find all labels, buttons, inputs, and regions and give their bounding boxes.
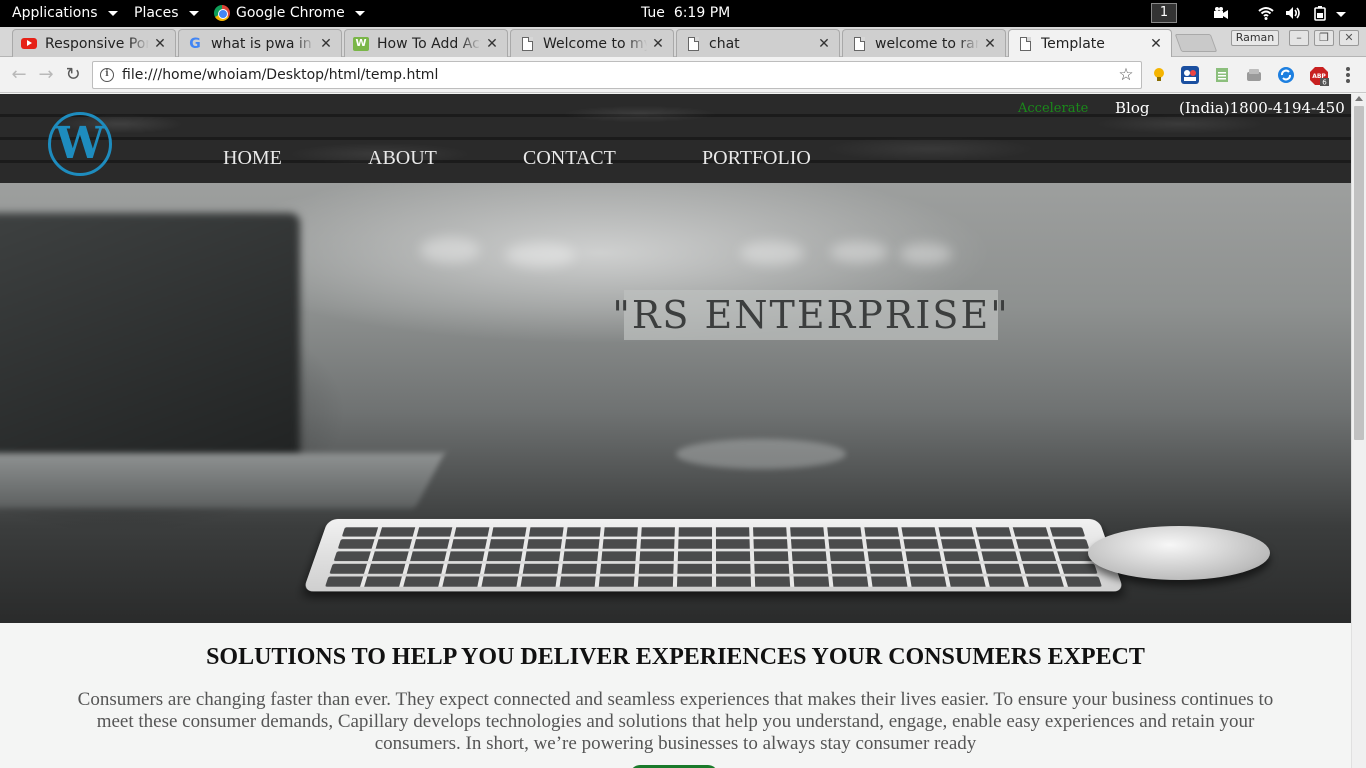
close-icon[interactable]: ✕ <box>153 36 167 52</box>
info-icon[interactable]: i <box>100 68 114 82</box>
chevron-down-icon <box>354 10 365 16</box>
active-app-label: Google Chrome <box>236 5 345 21</box>
document-icon <box>851 36 867 52</box>
bokeh-light <box>740 241 804 265</box>
nav-portfolio[interactable]: PORTFOLIO <box>702 147 811 170</box>
applications-label: Applications <box>12 5 98 21</box>
close-icon[interactable]: ✕ <box>485 36 499 52</box>
laptop-image <box>0 213 300 483</box>
minimize-button[interactable]: – <box>1289 30 1309 46</box>
scrollbar-thumb[interactable] <box>1354 106 1364 440</box>
chevron-down-icon <box>107 10 118 16</box>
hero-banner: "RS ENTERPRISE" <box>0 183 1351 623</box>
places-label: Places <box>134 5 179 21</box>
nav-about[interactable]: ABOUT <box>368 147 437 170</box>
tab-chat[interactable]: chat ✕ <box>676 29 840 57</box>
browser-menu-icon[interactable] <box>1340 65 1356 85</box>
tab-title: Responsive Portfolio <box>45 35 149 52</box>
wordpress-logo-icon[interactable]: W <box>48 112 112 176</box>
solutions-section: SOLUTIONS TO HELP YOU DELIVER EXPERIENCE… <box>0 623 1351 768</box>
coaster-image <box>676 439 846 469</box>
tab-how-to-add-action[interactable]: W How To Add Action ✕ <box>344 29 508 57</box>
tab-title: How To Add Action <box>377 35 481 52</box>
page-viewport: W Accelerate Blog (India)1800-4194-450 H… <box>0 94 1351 768</box>
section-body: Consumers are changing faster than ever.… <box>77 689 1274 754</box>
tab-title: chat <box>709 35 740 52</box>
logo-letter: W <box>55 118 105 169</box>
tab-title: Template <box>1041 35 1105 52</box>
tab-welcome-to-my[interactable]: Welcome to my site ✕ <box>510 29 674 57</box>
brand-title-box: "RS ENTERPRISE" <box>612 290 1008 340</box>
extension-badge: 6 <box>1322 79 1327 87</box>
places-menu[interactable]: Places <box>134 5 199 21</box>
document-icon <box>685 36 701 52</box>
tab-title: welcome to raman <box>875 35 979 52</box>
bookmark-star-icon[interactable]: ☆ <box>1116 65 1136 85</box>
tab-responsive-portfolio[interactable]: Responsive Portfolio ✕ <box>12 29 176 57</box>
close-icon[interactable]: ✕ <box>983 36 997 52</box>
chevron-down-icon <box>188 10 199 16</box>
drive-extension-icon[interactable] <box>1245 66 1263 84</box>
new-tab-button[interactable] <box>1174 34 1218 52</box>
gnome-top-bar: Applications Places Google Chrome Tue 6:… <box>0 0 1366 27</box>
system-menu-chevron-icon[interactable] <box>1333 5 1349 21</box>
address-bar[interactable]: i file:///home/whoiam/Desktop/html/temp.… <box>92 61 1142 89</box>
close-icon[interactable]: ✕ <box>651 36 665 52</box>
mouse-image <box>1088 526 1270 580</box>
sync-extension-icon[interactable] <box>1277 66 1295 84</box>
maximize-button[interactable]: ❐ <box>1314 30 1334 46</box>
bulb-extension-icon[interactable] <box>1150 66 1168 84</box>
document-icon <box>519 36 535 52</box>
laptop-base-image <box>0 453 445 508</box>
bokeh-light <box>420 237 480 263</box>
section-heading: SOLUTIONS TO HELP YOU DELIVER EXPERIENCE… <box>206 644 1145 670</box>
close-icon[interactable]: ✕ <box>1149 36 1163 52</box>
nav-contact[interactable]: CONTACT <box>523 147 616 170</box>
profile-button[interactable]: Raman <box>1231 30 1279 46</box>
clock[interactable]: Tue 6:19 PM <box>641 5 730 21</box>
site-header: W Accelerate Blog (India)1800-4194-450 H… <box>0 94 1351 183</box>
bokeh-light <box>830 241 888 263</box>
forward-button[interactable]: → <box>35 64 57 86</box>
wifi-icon[interactable] <box>1258 5 1274 21</box>
camera-icon[interactable] <box>1213 5 1229 21</box>
youtube-icon <box>21 36 37 52</box>
adblock-extension-icon[interactable]: ABP 6 <box>1309 66 1329 87</box>
blog-link[interactable]: Blog <box>1115 99 1149 117</box>
back-button[interactable]: ← <box>8 64 30 86</box>
w3-icon: W <box>353 36 369 52</box>
app-menu-chrome[interactable]: Google Chrome <box>214 5 365 21</box>
tab-title: Welcome to my site <box>543 35 647 52</box>
keyboard-image <box>302 518 1125 592</box>
bokeh-light <box>900 243 952 265</box>
workspace-indicator[interactable]: 1 <box>1151 3 1177 23</box>
scroll-up-arrow-icon[interactable] <box>1355 96 1363 101</box>
browser-toolbar: ← → ↻ i file:///home/whoiam/Desktop/html… <box>0 57 1366 93</box>
google-icon: G <box>189 35 201 52</box>
close-window-button[interactable]: ✕ <box>1339 30 1359 46</box>
reload-button[interactable]: ↻ <box>62 64 84 86</box>
volume-icon[interactable] <box>1285 5 1301 21</box>
url-text[interactable]: file:///home/whoiam/Desktop/html/temp.ht… <box>122 67 1116 83</box>
bokeh-light <box>505 243 575 267</box>
tab-title: what is pwa in android <box>211 35 315 52</box>
nav-home[interactable]: HOME <box>223 147 282 170</box>
tab-strip: Responsive Portfolio ✕ G what is pwa in … <box>0 27 1366 57</box>
page-scrollbar[interactable] <box>1351 94 1366 768</box>
sheets-extension-icon[interactable] <box>1213 66 1231 84</box>
contacts-extension-icon[interactable] <box>1181 66 1199 84</box>
tab-template[interactable]: Template ✕ <box>1008 29 1172 57</box>
close-icon[interactable]: ✕ <box>319 36 333 52</box>
phone-link[interactable]: (India)1800-4194-450 <box>1179 99 1345 117</box>
battery-icon[interactable] <box>1313 5 1329 21</box>
close-icon[interactable]: ✕ <box>817 36 831 52</box>
brand-title: "RS ENTERPRISE" <box>612 293 1010 337</box>
clock-label: Tue 6:19 PM <box>641 5 731 21</box>
accelerate-link[interactable]: Accelerate <box>1018 101 1088 116</box>
tab-welcome-to-raman[interactable]: welcome to raman ✕ <box>842 29 1006 57</box>
applications-menu[interactable]: Applications <box>12 5 118 21</box>
document-icon <box>1017 36 1033 52</box>
tab-what-is-pwa[interactable]: G what is pwa in android ✕ <box>178 29 342 57</box>
chrome-icon <box>214 5 230 21</box>
